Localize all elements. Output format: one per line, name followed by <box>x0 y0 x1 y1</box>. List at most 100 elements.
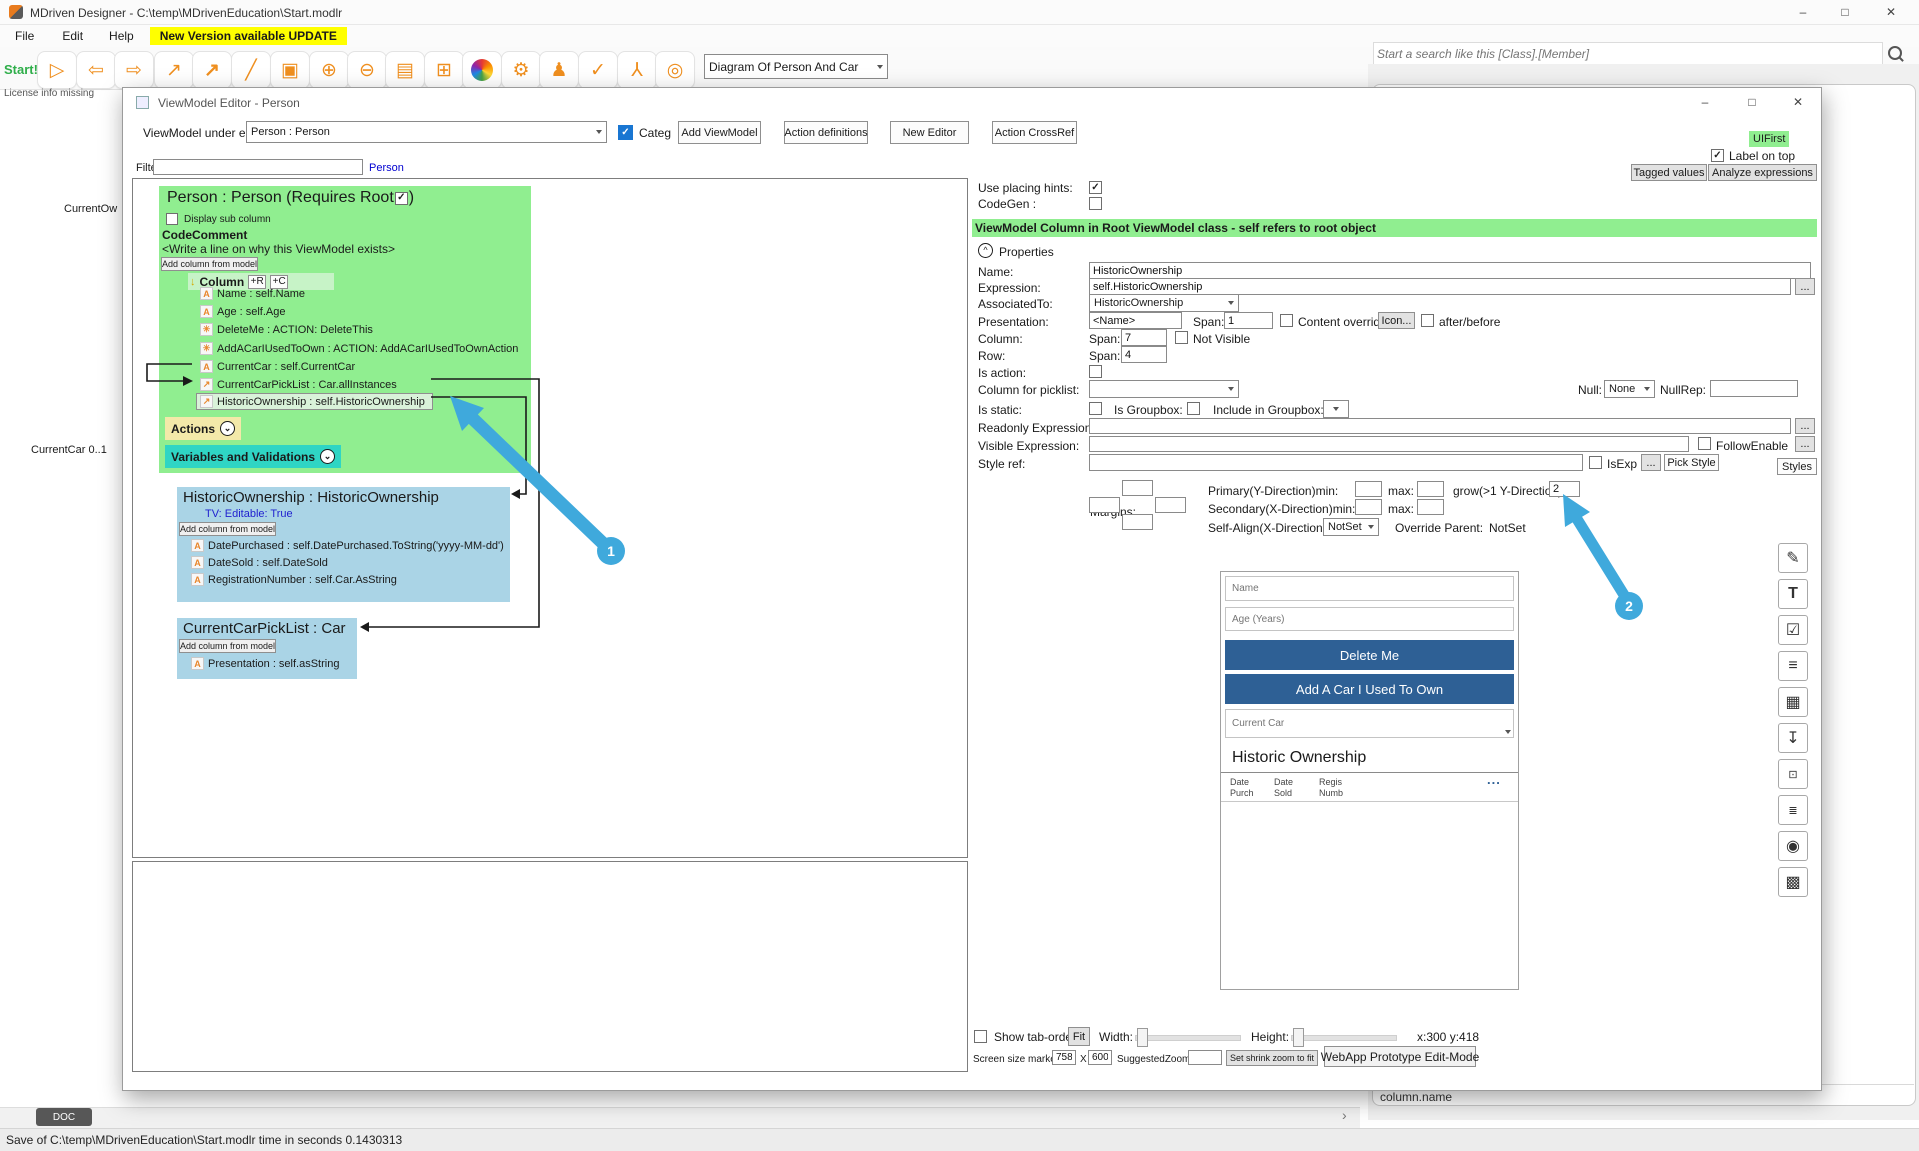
window-grid-icon[interactable]: ▤ <box>385 51 425 89</box>
readonly-expression-field[interactable] <box>1089 418 1791 434</box>
column-span-field[interactable] <box>1121 329 1167 346</box>
tree-row[interactable]: ADateSold : self.DateSold <box>191 556 328 569</box>
preview-name-input[interactable] <box>1225 576 1514 601</box>
secondary-min-field[interactable] <box>1355 499 1382 515</box>
chevron-down-icon[interactable] <box>1505 730 1511 734</box>
settings-gears-icon[interactable]: ⚙ <box>501 51 541 89</box>
fit-button[interactable]: Fit <box>1068 1027 1090 1046</box>
import-icon[interactable]: ↧ <box>1778 723 1808 753</box>
include-groupbox-select[interactable] <box>1323 400 1349 418</box>
primary-min-field[interactable] <box>1355 481 1382 497</box>
visible-expression-field[interactable] <box>1089 436 1689 452</box>
primary-max-field[interactable] <box>1417 481 1444 497</box>
viewmodel-root-box[interactable]: Person : Person (Requires Root✓) Display… <box>159 186 531 473</box>
expression-field[interactable] <box>1089 278 1791 295</box>
use-placing-hints-checkbox[interactable]: ✓ <box>1089 181 1102 194</box>
doc-tab[interactable]: DOC <box>36 1108 92 1126</box>
add-column-from-model-button[interactable]: Add column from model <box>179 522 276 536</box>
text-icon[interactable]: T <box>1778 579 1808 609</box>
edit-icon[interactable]: ✎ <box>1778 543 1808 573</box>
back-arrow-icon[interactable]: ⇦ <box>76 51 116 89</box>
globe-icon[interactable]: ◉ <box>1778 831 1808 861</box>
checkbox-icon[interactable]: ☑ <box>1778 615 1808 645</box>
close-button[interactable]: ✕ <box>1874 2 1908 22</box>
set-shrink-zoom-button[interactable]: Set shrink zoom to fit <box>1226 1050 1318 1066</box>
style-ref-field[interactable] <box>1089 454 1583 471</box>
filter-class-link[interactable]: Person <box>369 162 404 174</box>
style-ellipsis-button[interactable]: ... <box>1641 454 1661 471</box>
search-input[interactable] <box>1373 42 1883 65</box>
editor-close-button[interactable]: ✕ <box>1781 92 1815 112</box>
row-span-field[interactable] <box>1121 346 1167 363</box>
editor-minimize-button[interactable]: – <box>1688 92 1722 112</box>
tree-row[interactable]: ARegistrationNumber : self.Car.AsString <box>191 573 397 586</box>
tree-row[interactable]: APresentation : self.asString <box>191 657 339 670</box>
line-arrow-icon[interactable]: ↗ <box>154 51 194 89</box>
visible-ellipsis-button[interactable]: ... <box>1795 436 1815 452</box>
categ-checkbox[interactable]: ✓ <box>618 125 633 140</box>
follow-enable-checkbox[interactable] <box>1698 437 1711 450</box>
canvas-hscrollbar[interactable] <box>0 1107 1360 1130</box>
suggested-zoom-field[interactable] <box>1188 1050 1222 1065</box>
expression-ellipsis-button[interactable]: ... <box>1795 278 1815 295</box>
width-slider-thumb[interactable] <box>1137 1028 1148 1047</box>
add-viewmodel-button[interactable]: Add ViewModel <box>678 121 761 144</box>
tree-row[interactable]: ✳DeleteMe : ACTION: DeleteThis <box>200 323 373 336</box>
list-box-icon[interactable]: ≣ <box>1778 795 1808 825</box>
tree-row[interactable]: ACurrentCar : self.CurrentCar <box>200 360 355 373</box>
association-arrow-icon[interactable]: ↗ <box>192 51 232 89</box>
maximize-button[interactable]: □ <box>1828 2 1862 22</box>
screen-width-field[interactable] <box>1052 1050 1076 1065</box>
is-action-checkbox[interactable] <box>1089 365 1102 378</box>
isexp-checkbox[interactable] <box>1589 456 1602 469</box>
associatedto-select[interactable]: HistoricOwnership <box>1089 294 1239 312</box>
display-sub-column-checkbox[interactable] <box>166 213 178 225</box>
preview-delete-button[interactable]: Delete Me <box>1225 640 1514 670</box>
menu-edit[interactable]: Edit <box>62 29 83 43</box>
secondary-max-field[interactable] <box>1417 499 1444 515</box>
column-for-picklist-select[interactable] <box>1089 380 1239 398</box>
diagram-selector[interactable]: Diagram Of Person And Car <box>704 54 888 79</box>
name-field[interactable] <box>1089 262 1811 279</box>
presentation-field[interactable] <box>1089 312 1182 329</box>
screen-height-field[interactable] <box>1088 1050 1112 1065</box>
preview-age-input[interactable] <box>1225 607 1514 631</box>
tree-row[interactable]: AName : self.Name <box>200 287 305 300</box>
frame-pointer-icon[interactable]: ▣ <box>270 51 310 89</box>
tagged-values-button[interactable]: Tagged values <box>1631 164 1707 181</box>
start-label[interactable]: Start! <box>4 62 38 77</box>
tree-row[interactable]: ↗CurrentCarPickList : Car.allInstances <box>200 378 397 391</box>
after-before-checkbox[interactable] <box>1421 314 1434 327</box>
hierarchy-icon[interactable]: ⅄ <box>617 51 657 89</box>
height-slider-track[interactable] <box>1291 1035 1397 1041</box>
is-groupbox-checkbox[interactable] <box>1187 402 1200 415</box>
editor-maximize-button[interactable]: □ <box>1735 92 1769 112</box>
variables-expander[interactable]: Variables and Validations⌄ <box>165 445 341 468</box>
picklist-box[interactable]: CurrentCarPickList : Car Add column from… <box>177 618 357 679</box>
margin-bottom-field[interactable] <box>1122 514 1153 530</box>
codegen-checkbox[interactable] <box>1089 197 1102 210</box>
analyze-expressions-button[interactable]: Analyze expressions <box>1708 164 1817 181</box>
pick-style-button[interactable]: Pick Style <box>1664 454 1719 471</box>
add-column-from-model-button[interactable]: Add column from model <box>179 639 276 653</box>
image-icon[interactable]: ▩ <box>1778 867 1808 897</box>
self-align-select[interactable]: NotSet <box>1323 518 1379 536</box>
is-static-checkbox[interactable] <box>1089 402 1102 415</box>
forward-arrow-icon[interactable]: ⇨ <box>114 51 154 89</box>
menu-help[interactable]: Help <box>109 29 134 43</box>
icon-button[interactable]: Icon... <box>1378 312 1415 329</box>
run-icon[interactable]: ▷ <box>37 51 77 89</box>
into-box-icon[interactable]: ⊡ <box>1778 759 1808 789</box>
tree-row-selected[interactable]: ↗HistoricOwnership : self.HistoricOwners… <box>200 395 425 408</box>
margin-left-field[interactable] <box>1089 497 1120 513</box>
scroll-right-icon[interactable]: › <box>1342 1107 1347 1123</box>
properties-collapse-icon[interactable]: ^ <box>978 243 993 258</box>
null-select[interactable]: None <box>1604 380 1655 398</box>
list-select-icon[interactable]: ≡ <box>1778 651 1808 681</box>
minimize-button[interactable]: – <box>1786 2 1820 22</box>
zoom-out-icon[interactable]: ⊖ <box>347 51 387 89</box>
dashed-line-icon[interactable]: ╱ <box>231 51 271 89</box>
presentation-span-field[interactable] <box>1224 312 1273 329</box>
grow-field[interactable] <box>1549 481 1580 497</box>
action-crossref-button[interactable]: Action CrossRef <box>992 121 1077 144</box>
